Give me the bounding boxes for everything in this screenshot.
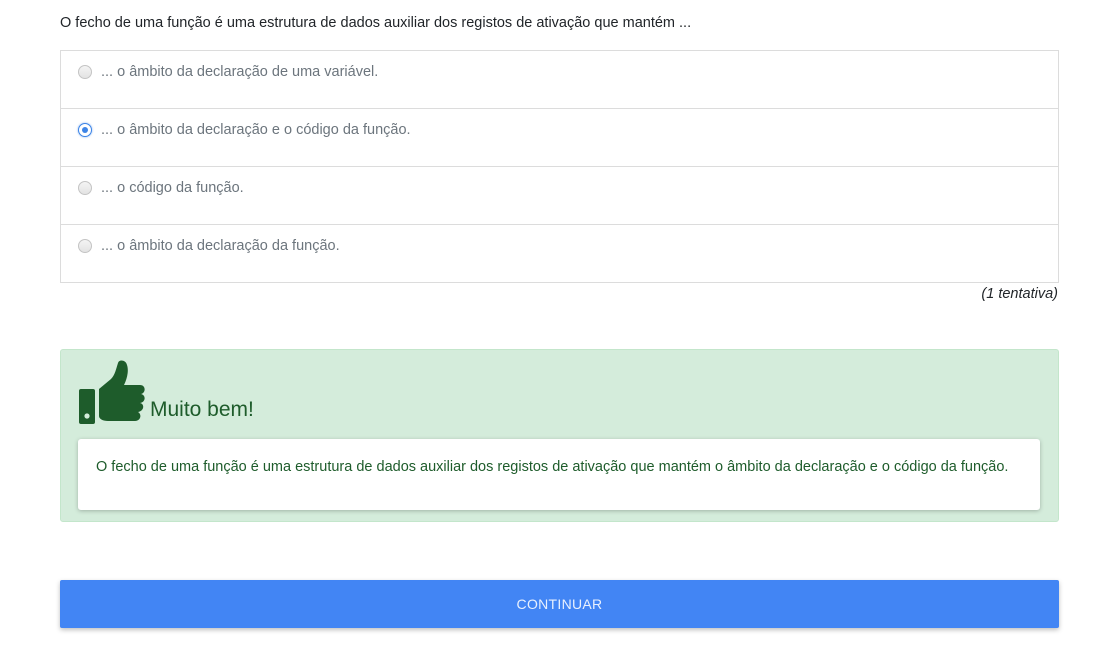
- feedback-explanation-text: O fecho de uma função é uma estrutura de…: [96, 459, 1009, 475]
- radio-button-selected[interactable]: [78, 123, 92, 137]
- quiz-page: O fecho de uma função é uma estrutura de…: [0, 0, 1104, 654]
- radio-button[interactable]: [78, 65, 92, 79]
- thumbs-up-icon: [79, 360, 145, 424]
- answer-option-3[interactable]: ... o código da função.: [61, 166, 1058, 224]
- answer-option-1[interactable]: ... o âmbito da declaração de uma variáv…: [61, 51, 1058, 108]
- question-text: O fecho de uma função é uma estrutura de…: [60, 15, 692, 31]
- continue-button[interactable]: CONTINUAR: [60, 580, 1059, 628]
- answer-option-label: ... o âmbito da declaração de uma variáv…: [101, 64, 379, 80]
- feedback-explanation-box: O fecho de uma função é uma estrutura de…: [78, 439, 1040, 510]
- attempts-count: (1 tentativa): [981, 286, 1058, 302]
- answer-option-label: ... o código da função.: [101, 180, 244, 196]
- answer-option-label: ... o âmbito da declaração da função.: [101, 238, 340, 254]
- answer-options: ... o âmbito da declaração de uma variáv…: [60, 50, 1059, 283]
- answer-option-label: ... o âmbito da declaração e o código da…: [101, 122, 411, 138]
- answer-option-2[interactable]: ... o âmbito da declaração e o código da…: [61, 108, 1058, 166]
- answer-option-4[interactable]: ... o âmbito da declaração da função.: [61, 224, 1058, 282]
- feedback-panel: Muito bem! O fecho de uma função é uma e…: [60, 349, 1059, 522]
- feedback-title: Muito bem!: [150, 398, 254, 421]
- radio-button[interactable]: [78, 181, 92, 195]
- radio-button[interactable]: [78, 239, 92, 253]
